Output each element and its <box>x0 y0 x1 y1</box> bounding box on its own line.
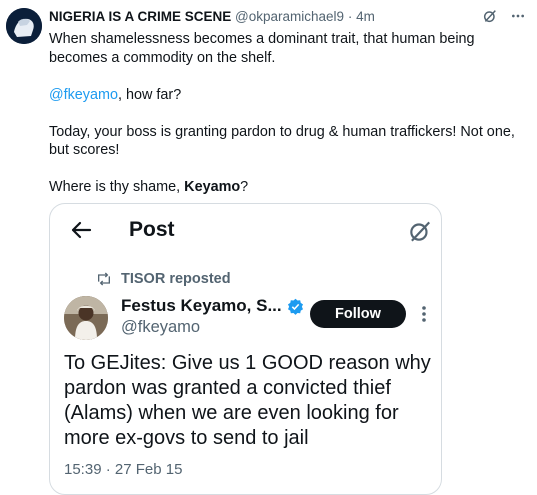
embed-topbar: Post <box>50 204 441 256</box>
tweet-paragraph-1: When shamelessness becomes a dominant tr… <box>49 31 475 66</box>
quoted-author-name[interactable]: Festus Keyamo, S... <box>121 296 282 316</box>
tweet-time[interactable]: 4m <box>356 9 375 24</box>
more-icon[interactable] <box>509 7 527 25</box>
tweet-paragraph-3: Today, your boss is granting pardon to d… <box>49 123 515 159</box>
shame-name: Keyamo <box>184 179 241 195</box>
repost-indicator: TISOR reposted <box>96 271 231 287</box>
repost-icon <box>98 272 110 286</box>
embedded-screenshot[interactable]: Post TISOR reposted Festus Keyamo, S... … <box>49 203 442 495</box>
grok-icon[interactable] <box>481 7 499 25</box>
header-actions <box>481 7 527 25</box>
quoted-author-avatar[interactable] <box>64 296 108 340</box>
follow-button[interactable]: Follow <box>310 300 406 328</box>
author-name[interactable]: NIGERIA IS A CRIME SCENE <box>49 9 231 24</box>
back-arrow-icon[interactable] <box>70 220 92 240</box>
tweet-paragraph-2: @fkeyamo, how far? <box>49 86 519 105</box>
tweet: NIGERIA IS A CRIME SCENE @okparamichael9… <box>0 0 537 495</box>
tweet-separator: · <box>347 9 353 24</box>
reposted-by[interactable]: TISOR reposted <box>121 271 231 287</box>
shame-prefix: Where is thy shame, <box>49 179 185 195</box>
tweet-header: NIGERIA IS A CRIME SCENE @okparamichael9… <box>49 9 527 29</box>
quoted-post-text: To GEJites: Give us 1 GOOD reason why pa… <box>64 352 431 449</box>
quoted-author-handle[interactable]: @fkeyamo <box>121 318 200 337</box>
verified-badge-icon <box>287 298 303 315</box>
embed-more-icon[interactable] <box>418 304 430 324</box>
mention-suffix: , how far? <box>118 86 182 103</box>
tweet-body: When shamelessness becomes a dominant tr… <box>49 30 519 215</box>
shame-suffix: ? <box>240 179 249 195</box>
mention-link[interactable]: @fkeyamo <box>49 87 118 103</box>
quoted-post-timestamp[interactable]: 15:39 · 27 Feb 15 <box>64 461 182 478</box>
tweet-paragraph-4: Where is thy shame, Keyamo? <box>49 178 519 197</box>
embed-grok-icon[interactable] <box>407 218 433 244</box>
quoted-author: Festus Keyamo, S... <box>121 296 304 316</box>
author-handle[interactable]: @okparamichael9 <box>235 9 344 24</box>
author-avatar[interactable] <box>6 8 42 44</box>
embed-title: Post <box>129 218 175 241</box>
